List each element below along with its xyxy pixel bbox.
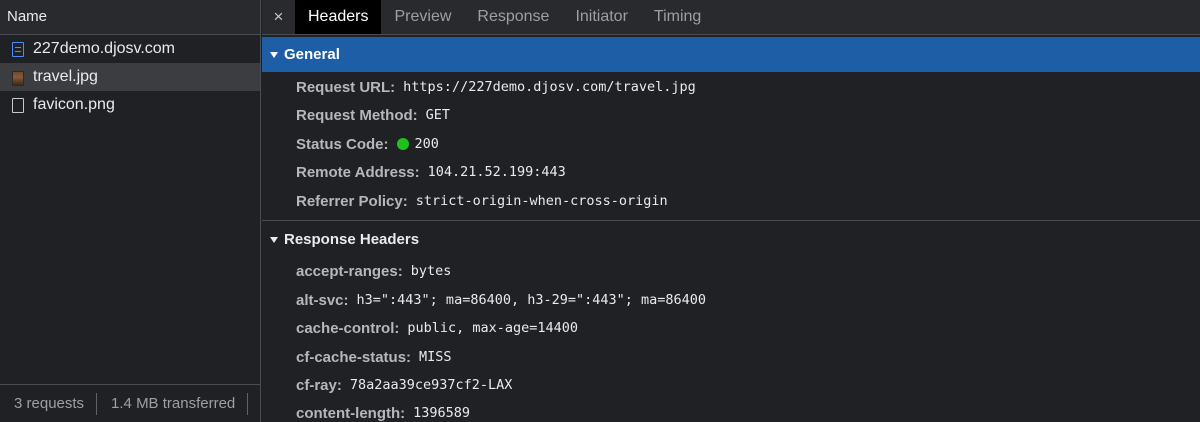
image-icon <box>12 70 24 86</box>
details-tabbar: × Headers Preview Response Initiator Tim… <box>262 0 1200 35</box>
response-headers-section-header[interactable]: Response Headers <box>262 222 1200 257</box>
header-name: cf-ray: <box>296 376 342 394</box>
header-name: cache-control: <box>296 319 400 337</box>
caret-down-icon <box>270 236 278 243</box>
header-value[interactable]: https://227demo.djosv.com/travel.jpg <box>403 79 696 95</box>
tab-preview[interactable]: Preview <box>381 0 464 34</box>
header-value[interactable]: 78a2aa39ce937cf2-LAX <box>350 377 513 393</box>
header-value[interactable]: public, max-age=14400 <box>407 320 578 336</box>
header-value[interactable]: strict-origin-when-cross-origin <box>416 193 668 209</box>
header-name: content-length: <box>296 404 406 422</box>
tab-response[interactable]: Response <box>464 0 562 34</box>
header-value[interactable]: 200 <box>415 136 439 152</box>
header-name: Status Code: <box>296 135 389 153</box>
header-row: Remote Address: 104.21.52.199:443 <box>296 160 566 184</box>
footer-divider <box>247 392 249 415</box>
status-ok-icon <box>396 138 409 150</box>
general-section-header[interactable]: General <box>262 37 1200 72</box>
header-name: cf-cache-status: <box>296 348 412 366</box>
header-row: content-length: 1396589 <box>296 401 470 422</box>
header-row: Referrer Policy: strict-origin-when-cros… <box>296 189 668 213</box>
transferred-size: 1.4 MB transferred <box>111 395 236 412</box>
header-row: cf-cache-status: MISS <box>296 345 452 369</box>
devtools-network-panel: Name 227demo.djosv.com travel.jpg favico… <box>0 0 1200 422</box>
request-row[interactable]: 227demo.djosv.com <box>0 35 260 63</box>
request-row-selected[interactable]: travel.jpg <box>0 63 260 91</box>
header-name: Request Method: <box>296 106 418 124</box>
tab-initiator[interactable]: Initiator <box>562 0 640 34</box>
name-column-header[interactable]: Name <box>0 0 260 35</box>
request-details: × Headers Preview Response Initiator Tim… <box>262 0 1200 422</box>
header-row: Status Code: 200 <box>296 132 439 156</box>
close-icon[interactable]: × <box>262 0 295 34</box>
header-value[interactable]: GET <box>426 107 450 123</box>
header-row: cache-control: public, max-age=14400 <box>296 316 578 340</box>
request-list: Name 227demo.djosv.com travel.jpg favico… <box>0 0 261 422</box>
request-row[interactable]: favicon.png <box>0 91 260 119</box>
file-icon <box>12 97 24 113</box>
header-value[interactable]: bytes <box>411 263 452 279</box>
tab-timing[interactable]: Timing <box>641 0 714 34</box>
header-row: alt-svc: h3=":443"; ma=86400, h3-29=":44… <box>296 288 706 312</box>
tab-headers[interactable]: Headers <box>295 0 382 34</box>
section-divider <box>262 220 1200 221</box>
header-value[interactable]: MISS <box>419 349 452 365</box>
request-name: travel.jpg <box>33 68 98 85</box>
request-name: favicon.png <box>33 96 115 113</box>
header-value[interactable]: 104.21.52.199:443 <box>428 164 566 180</box>
header-name: accept-ranges: <box>296 262 403 280</box>
header-name: Remote Address: <box>296 163 420 181</box>
header-row: Request Method: GET <box>296 103 450 127</box>
section-title: General <box>284 46 340 63</box>
caret-down-icon <box>270 51 278 58</box>
summary-bar: 3 requests 1.4 MB transferred <box>0 384 260 422</box>
document-icon <box>12 41 24 57</box>
header-value[interactable]: h3=":443"; ma=86400, h3-29=":443"; ma=86… <box>357 292 707 308</box>
request-count: 3 requests <box>14 395 85 412</box>
header-row: Request URL: https://227demo.djosv.com/t… <box>296 75 696 99</box>
request-name: 227demo.djosv.com <box>33 40 175 57</box>
header-name: alt-svc: <box>296 291 349 309</box>
header-name: Referrer Policy: <box>296 192 408 210</box>
header-row: cf-ray: 78a2aa39ce937cf2-LAX <box>296 373 512 397</box>
header-row: accept-ranges: bytes <box>296 259 451 283</box>
header-value[interactable]: 1396589 <box>413 405 470 421</box>
header-name: Request URL: <box>296 78 396 96</box>
section-title: Response Headers <box>284 231 420 248</box>
